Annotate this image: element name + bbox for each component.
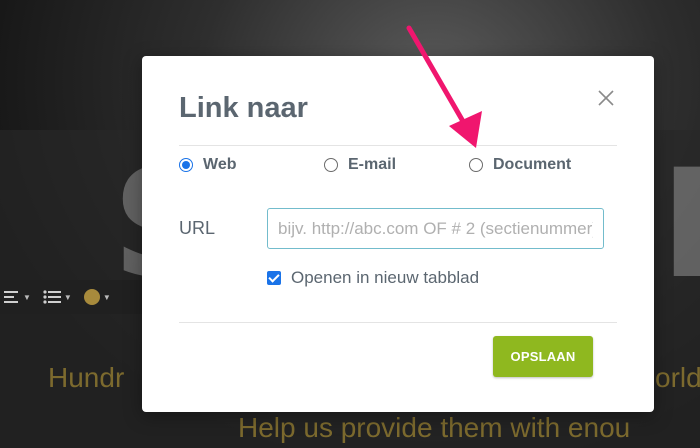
radio-button-document[interactable] xyxy=(469,158,483,172)
caret-down-icon: ▼ xyxy=(63,292,72,302)
link-type-selector: Web E-mail Document xyxy=(179,156,619,180)
caret-down-icon: ▼ xyxy=(23,292,31,302)
radio-button-web[interactable] xyxy=(179,158,193,172)
open-new-tab-label: Openen in nieuw tabblad xyxy=(291,268,480,287)
list-menu[interactable]: ▼ xyxy=(43,290,72,304)
close-button[interactable] xyxy=(596,88,616,108)
header-divider xyxy=(179,145,617,146)
color-swatch-icon xyxy=(83,289,100,305)
editor-toolbar: ▼ ▼ ▼ xyxy=(0,280,164,314)
background-text-left: Hundr xyxy=(48,362,125,393)
url-input[interactable] xyxy=(267,208,604,249)
open-new-tab-option[interactable]: Openen in nieuw tabblad xyxy=(267,268,479,288)
open-new-tab-checkbox[interactable] xyxy=(267,271,281,285)
caret-down-icon: ▼ xyxy=(102,292,111,302)
radio-label-document: Document xyxy=(493,156,572,173)
radio-option-document[interactable]: Document xyxy=(469,156,571,174)
radio-label-web: Web xyxy=(203,156,237,173)
radio-label-email: E-mail xyxy=(348,156,397,173)
text-color-menu[interactable]: ▼ xyxy=(83,289,111,305)
radio-button-email[interactable] xyxy=(324,158,338,172)
link-dialog: Link naar Web E-mail Document URL Openen… xyxy=(142,56,654,412)
background-text-right: orld xyxy=(655,362,700,393)
hero-heading-right-fragment: N xyxy=(660,150,700,300)
url-label: URL xyxy=(179,218,216,238)
align-left-icon xyxy=(4,291,18,303)
close-icon xyxy=(598,90,614,106)
footer-divider xyxy=(179,322,617,323)
bulleted-list-icon xyxy=(43,290,61,304)
align-menu[interactable]: ▼ xyxy=(4,290,31,304)
dialog-title: Link naar xyxy=(179,92,308,124)
radio-option-web[interactable]: Web xyxy=(179,156,236,174)
radio-option-email[interactable]: E-mail xyxy=(324,156,396,174)
save-button[interactable]: OPSLAAN xyxy=(493,336,593,377)
background-text-bottom: Help us provide them with enou xyxy=(238,412,631,443)
